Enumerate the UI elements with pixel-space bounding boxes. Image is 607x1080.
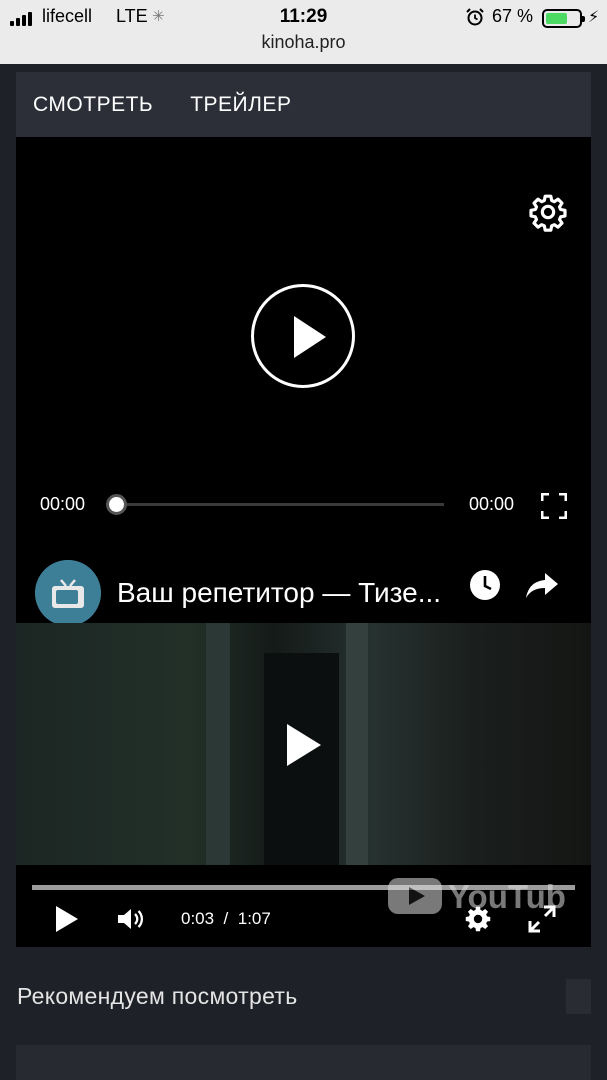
scene-pillar (206, 623, 230, 865)
alarm-icon (466, 8, 484, 26)
address-bar-url[interactable]: kinoha.pro (0, 32, 607, 53)
player-tabs: СМОТРЕТЬ ТРЕЙЛЕР (16, 72, 591, 137)
channel-avatar[interactable] (35, 560, 101, 626)
youtube-play-button[interactable] (56, 906, 78, 932)
play-button[interactable] (251, 284, 355, 388)
player-seek-handle[interactable] (106, 494, 127, 515)
fullscreen-icon[interactable] (541, 493, 567, 519)
gear-icon[interactable] (528, 192, 568, 232)
clock-icon[interactable] (468, 568, 502, 602)
youtube-video-title[interactable]: Ваш репетитор — Тизе... (117, 577, 447, 609)
player-duration: 00:00 (469, 494, 515, 514)
carousel-nav[interactable] (566, 979, 591, 1014)
player-card: СМОТРЕТЬ ТРЕЙЛЕР 00:00 00:00 Ваш репетит… (16, 72, 591, 947)
scene-door-light (346, 623, 368, 865)
youtube-duration: 1:07 (237, 909, 271, 928)
youtube-time: 0:03 / 1:07 (181, 909, 271, 929)
status-bar: lifecell LTE ✳ 11:29 67 % ⚡ kinoha.pro (0, 0, 607, 64)
youtube-current-time: 0:03 (181, 909, 215, 928)
youtube-header: Ваш репетитор — Тизе... (16, 552, 591, 626)
tab-trailer[interactable]: ТРЕЙЛЕР (190, 93, 291, 117)
youtube-play-icon[interactable] (287, 724, 321, 766)
battery-percent: 67 % (492, 6, 534, 26)
youtube-fullscreen-icon[interactable] (527, 904, 557, 934)
recommend-heading: Рекомендуем посмотреть (17, 983, 298, 1009)
volume-icon[interactable] (116, 905, 146, 933)
youtube-settings-icon[interactable] (464, 905, 492, 933)
charging-bolt-icon: ⚡ (588, 9, 600, 26)
player-seek-bar[interactable] (116, 503, 444, 506)
tab-watch[interactable]: СМОТРЕТЬ (33, 93, 153, 117)
youtube-time-separator: / (223, 909, 229, 928)
youtube-controls: YouTube 0:03 / 1:07 (16, 865, 591, 947)
youtube-embed[interactable]: Ваш репетитор — Тизе... YouTube (16, 552, 591, 947)
share-icon[interactable] (524, 569, 560, 601)
youtube-video-frame[interactable] (16, 623, 591, 865)
player-current-time: 00:00 (40, 494, 86, 514)
battery-icon (542, 9, 585, 28)
page-top-strip (0, 64, 607, 72)
recommended-item[interactable] (16, 1045, 591, 1080)
